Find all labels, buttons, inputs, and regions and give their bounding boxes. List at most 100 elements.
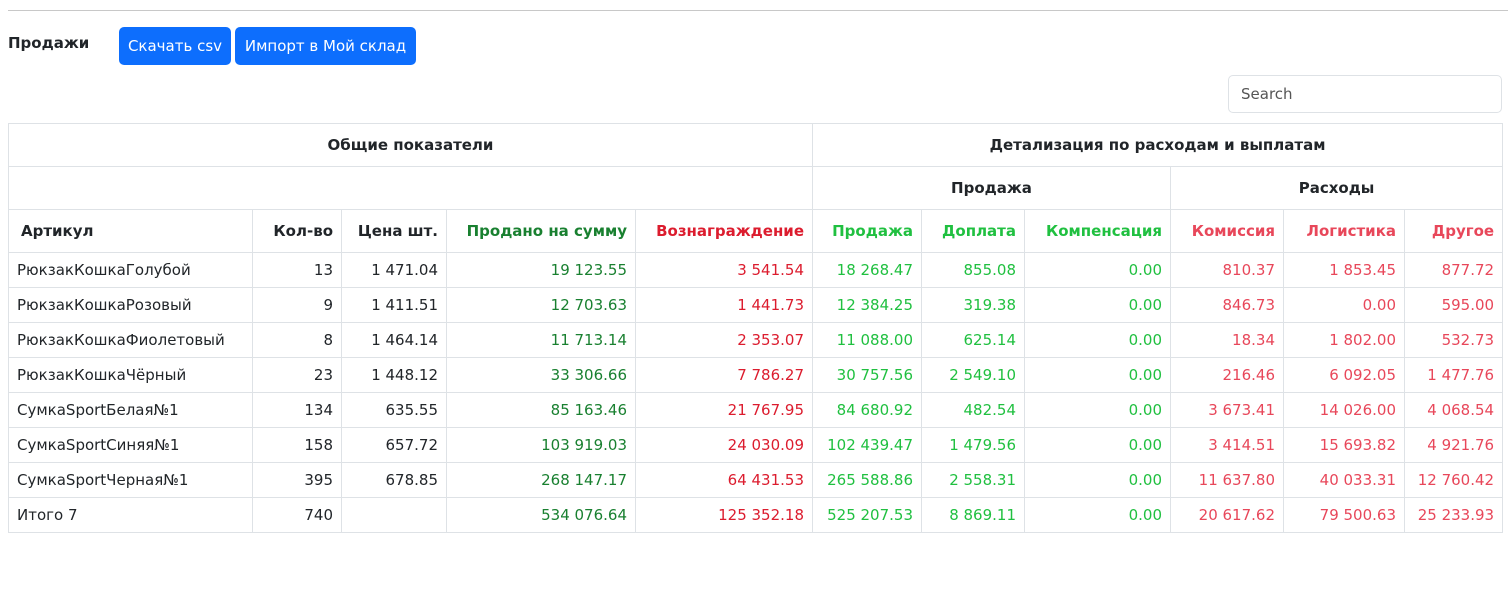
cell-sold-total: 268 147.17 — [446, 462, 636, 498]
column-header-compensation[interactable]: Компенсация — [1024, 209, 1171, 253]
cell-surcharge: 319.38 — [921, 287, 1025, 323]
column-header-surcharge[interactable]: Доплата — [921, 209, 1025, 253]
total-logistics: 79 500.63 — [1283, 497, 1405, 533]
cell-unit-price: 1 448.12 — [341, 357, 447, 393]
cell-commission: 3 414.51 — [1170, 427, 1284, 463]
cell-quantity: 134 — [252, 392, 342, 428]
cell-unit-price: 635.55 — [341, 392, 447, 428]
column-header-reward[interactable]: Вознаграждение — [635, 209, 813, 253]
cell-sold-total: 103 919.03 — [446, 427, 636, 463]
cell-sale: 30 757.56 — [812, 357, 922, 393]
section-title: Продажи — [8, 34, 90, 52]
cell-compensation: 0.00 — [1024, 287, 1171, 323]
total-quantity: 740 — [252, 497, 342, 533]
table-row: РюкзакКошкаРозовый 9 1 411.51 12 703.63 … — [8, 287, 1504, 323]
cell-article: РюкзакКошкаГолубой — [8, 252, 253, 288]
cell-reward: 2 353.07 — [635, 322, 813, 358]
table-body: РюкзакКошкаГолубой 13 1 471.04 19 123.55… — [8, 252, 1504, 533]
group-header-detail: Детализация по расходам и выплатам — [811, 123, 1504, 167]
cell-sold-total: 11 713.14 — [446, 322, 636, 358]
cell-reward: 1 441.73 — [635, 287, 813, 323]
group-header-general: Общие показатели — [8, 123, 813, 167]
total-commission: 20 617.62 — [1170, 497, 1284, 533]
subgroup-header-row: Продажа Расходы — [8, 166, 1504, 210]
cell-unit-price: 657.72 — [341, 427, 447, 463]
table-row: СумкаSportСиняя№1 158 657.72 103 919.03 … — [8, 427, 1504, 463]
cell-compensation: 0.00 — [1024, 357, 1171, 393]
cell-unit-price: 1 471.04 — [341, 252, 447, 288]
cell-surcharge: 855.08 — [921, 252, 1025, 288]
cell-sale: 102 439.47 — [812, 427, 922, 463]
cell-quantity: 395 — [252, 462, 342, 498]
column-header-other[interactable]: Другое — [1403, 209, 1504, 253]
total-surcharge: 8 869.11 — [921, 497, 1025, 533]
column-header-row: Артикул Кол-во Цена шт. Продано на сумму… — [8, 209, 1504, 253]
import-moysklad-button[interactable]: Импорт в Мой склад — [235, 27, 416, 65]
cell-reward: 3 541.54 — [635, 252, 813, 288]
subgroup-header-sale: Продажа — [812, 166, 1171, 210]
sales-table: Общие показатели Детализация по расходам… — [8, 123, 1504, 533]
column-header-article[interactable]: Артикул — [8, 209, 253, 253]
cell-commission: 846.73 — [1170, 287, 1284, 323]
cell-surcharge: 482.54 — [921, 392, 1025, 428]
group-header-row: Общие показатели Детализация по расходам… — [8, 123, 1504, 167]
cell-surcharge: 2 549.10 — [921, 357, 1025, 393]
cell-other: 877.72 — [1403, 252, 1504, 288]
cell-surcharge: 625.14 — [921, 322, 1025, 358]
cell-logistics: 15 693.82 — [1283, 427, 1405, 463]
column-header-commission[interactable]: Комиссия — [1170, 209, 1284, 253]
cell-logistics: 1 802.00 — [1283, 322, 1405, 358]
table-row: РюкзакКошкаГолубой 13 1 471.04 19 123.55… — [8, 252, 1504, 288]
cell-compensation: 0.00 — [1024, 392, 1171, 428]
search-input[interactable] — [1228, 75, 1502, 113]
cell-logistics: 14 026.00 — [1283, 392, 1405, 428]
total-reward: 125 352.18 — [635, 497, 813, 533]
toolbar: Продажи Скачать csv Импорт в Мой склад — [8, 27, 416, 65]
cell-other: 12 760.42 — [1403, 462, 1504, 498]
total-sale: 525 207.53 — [812, 497, 922, 533]
column-header-sale[interactable]: Продажа — [812, 209, 922, 253]
cell-compensation: 0.00 — [1024, 462, 1171, 498]
column-header-quantity[interactable]: Кол-во — [252, 209, 342, 253]
subgroup-header-empty — [8, 166, 813, 210]
cell-other: 1 477.76 — [1403, 357, 1504, 393]
cell-logistics: 40 033.31 — [1283, 462, 1405, 498]
total-sold-total: 534 076.64 — [446, 497, 636, 533]
cell-other: 532.73 — [1403, 322, 1504, 358]
cell-unit-price: 1 464.14 — [341, 322, 447, 358]
cell-reward: 7 786.27 — [635, 357, 813, 393]
cell-logistics: 1 853.45 — [1283, 252, 1405, 288]
cell-quantity: 23 — [252, 357, 342, 393]
cell-logistics: 6 092.05 — [1283, 357, 1405, 393]
table-row: РюкзакКошкаФиолетовый 8 1 464.14 11 713.… — [8, 322, 1504, 358]
cell-quantity: 9 — [252, 287, 342, 323]
cell-quantity: 8 — [252, 322, 342, 358]
cell-sale: 12 384.25 — [812, 287, 922, 323]
table-row: СумкаSportЧерная№1 395 678.85 268 147.17… — [8, 462, 1504, 498]
column-header-sold-total[interactable]: Продано на сумму — [446, 209, 636, 253]
subgroup-header-expenses: Расходы — [1169, 166, 1504, 210]
cell-article: СумкаSportБелая№1 — [8, 392, 253, 428]
cell-reward: 64 431.53 — [635, 462, 813, 498]
cell-other: 4 921.76 — [1403, 427, 1504, 463]
download-csv-button[interactable]: Скачать csv — [119, 27, 231, 65]
cell-commission: 216.46 — [1170, 357, 1284, 393]
cell-article: РюкзакКошкаЧёрный — [8, 357, 253, 393]
cell-sold-total: 19 123.55 — [446, 252, 636, 288]
cell-sale: 11 088.00 — [812, 322, 922, 358]
cell-unit-price: 1 411.51 — [341, 287, 447, 323]
top-divider — [8, 10, 1508, 11]
cell-other: 4 068.54 — [1403, 392, 1504, 428]
table-row: СумкаSportБелая№1 134 635.55 85 163.46 2… — [8, 392, 1504, 428]
column-header-logistics[interactable]: Логистика — [1283, 209, 1405, 253]
cell-commission: 18.34 — [1170, 322, 1284, 358]
cell-sale: 265 588.86 — [812, 462, 922, 498]
cell-commission: 810.37 — [1170, 252, 1284, 288]
cell-sale: 18 268.47 — [812, 252, 922, 288]
cell-quantity: 13 — [252, 252, 342, 288]
total-row: Итого 7 740 534 076.64 125 352.18 525 20… — [8, 497, 1504, 533]
cell-compensation: 0.00 — [1024, 252, 1171, 288]
cell-sold-total: 33 306.66 — [446, 357, 636, 393]
cell-surcharge: 1 479.56 — [921, 427, 1025, 463]
column-header-unit-price[interactable]: Цена шт. — [341, 209, 447, 253]
